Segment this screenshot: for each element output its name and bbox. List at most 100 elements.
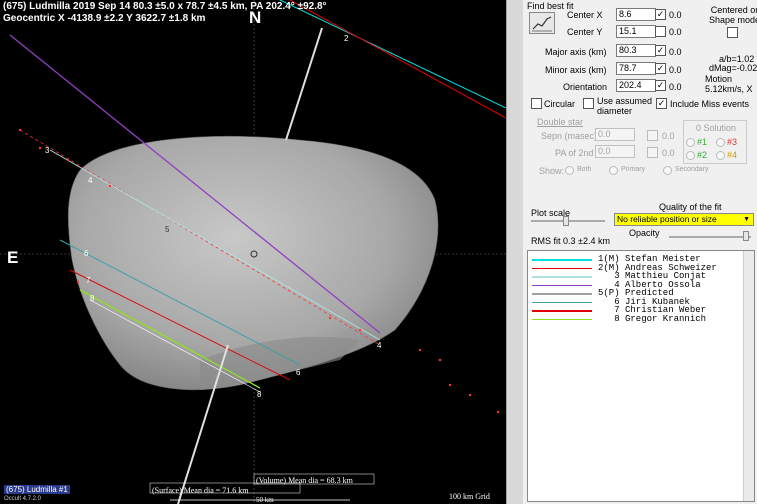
chord-label-6b: 6	[296, 368, 301, 377]
show-secondary-label: Secondary	[675, 166, 709, 173]
center-y-extra: 0.0	[669, 27, 682, 37]
solution-label: 0 Solution	[696, 123, 737, 133]
show-both-radio[interactable]	[565, 166, 574, 175]
control-panel: Find best fit Centered on Shape model Ce…	[523, 0, 757, 504]
sepn-label: Sepn (masec)	[541, 131, 598, 141]
pa2nd-input[interactable]: 0.0	[595, 145, 635, 158]
plot-header-title: (675) Ludmilla 2019 Sep 14 80.3 ±5.0 x 7…	[3, 1, 327, 12]
pa2nd-extra: 0.0	[662, 148, 675, 158]
minor-axis-checkbox[interactable]: ✓	[655, 63, 666, 74]
observer-legend: 1(M) Stefan Meister 2(M) Andreas Schweize…	[527, 250, 755, 502]
orientation-input[interactable]: 202.4	[616, 79, 656, 92]
use-assumed-checkbox[interactable]	[583, 98, 594, 109]
pa2nd-label: PA of 2nd	[555, 148, 594, 158]
legend-line	[532, 267, 592, 269]
use-assumed-label: Use assumed diameter	[597, 96, 653, 116]
find-best-fit-button[interactable]	[529, 12, 555, 34]
chord-2	[289, 0, 506, 119]
east-label: E	[7, 248, 19, 267]
legend-scrollbar[interactable]	[743, 251, 754, 501]
double-star-label: Double star	[537, 117, 584, 127]
volume-mean-dia: (Volume) Mean dia = 68.3 km	[256, 476, 353, 485]
centered-on-label: Centered on Shape model	[709, 5, 757, 25]
quality-select[interactable]: No reliable position or size ▼	[614, 213, 754, 226]
chord-label-7a: 7	[86, 276, 91, 285]
solution-radio-4[interactable]	[716, 151, 725, 160]
opacity-label: Opacity	[629, 228, 660, 238]
center-y-input[interactable]: 15.1	[616, 25, 656, 38]
minor-axis-label: Minor axis (km)	[545, 65, 607, 75]
solution-radio-2[interactable]	[686, 151, 695, 160]
quality-label: Quality of the fit	[659, 202, 722, 212]
legend-line	[532, 259, 592, 261]
solution-2-label: #2	[697, 150, 708, 160]
plot-header-coords: Geocentric X -4138.9 ±2.2 Y 3622.7 ±1.8 …	[3, 13, 206, 24]
show-label: Show:	[539, 166, 565, 176]
show-primary-label: Primary	[621, 166, 646, 173]
legend-observer-name: 8 Gregor Krannich	[598, 313, 707, 324]
grid-label: 100 km Grid	[449, 492, 490, 501]
major-axis-extra: 0.0	[669, 47, 682, 57]
solution-3-label: #3	[727, 137, 738, 147]
minor-axis-extra: 0.0	[669, 65, 682, 75]
chord-label-4b: 4	[377, 341, 382, 350]
rms-label: RMS fit 0.3 ±2.4 km	[531, 236, 610, 246]
solution-radio-1[interactable]	[686, 138, 695, 147]
centered-on-checkbox[interactable]	[727, 27, 738, 38]
legend-line	[532, 284, 592, 286]
show-secondary-radio[interactable]	[663, 166, 672, 175]
plot-scale-thumb[interactable]	[563, 216, 569, 226]
circular-label: Circular	[544, 99, 576, 109]
chord-label-8a: 8	[90, 294, 95, 303]
plot-canvas	[0, 0, 506, 504]
show-both-label: Both	[577, 166, 592, 173]
motion-label: Motion	[705, 74, 733, 84]
center-x-input[interactable]: 8.6	[616, 8, 656, 21]
version-label: Occult 4.7.2.0	[4, 496, 42, 502]
center-x-extra: 0.0	[669, 10, 682, 20]
legend-line	[532, 301, 592, 303]
legend-line	[532, 276, 592, 278]
chord-label-8b: 8	[257, 390, 262, 399]
predicted-track-top	[285, 27, 323, 141]
major-axis-label: Major axis (km)	[545, 47, 607, 57]
dmag-value: dMag=-0.02	[709, 63, 757, 73]
chevron-down-icon: ▼	[743, 216, 750, 223]
legend-line	[532, 310, 592, 312]
include-miss-checkbox[interactable]: ✓	[656, 98, 667, 109]
orientation-label: Orientation	[563, 82, 608, 92]
solution-radio-3[interactable]	[716, 138, 725, 147]
show-primary-radio[interactable]	[609, 166, 618, 175]
solution-4-label: #4	[727, 150, 738, 160]
orientation-checkbox[interactable]: ✓	[655, 80, 666, 91]
center-x-checkbox[interactable]: ✓	[655, 9, 666, 20]
include-miss-label: Include Miss events	[670, 99, 750, 109]
asteroid-id-label: (675) Ludmilla #1	[4, 485, 70, 494]
chord-label-5: 5	[165, 225, 170, 234]
scale-label: 50 km	[256, 496, 274, 504]
opacity-track[interactable]	[669, 236, 751, 238]
north-label: N	[249, 8, 262, 27]
circular-checkbox[interactable]	[531, 98, 542, 109]
major-axis-input[interactable]: 80.3	[616, 44, 656, 57]
minor-axis-input[interactable]: 78.7	[616, 62, 656, 75]
chart-icon	[532, 16, 552, 32]
sepn-checkbox[interactable]	[647, 130, 658, 141]
center-y-checkbox[interactable]	[655, 26, 666, 37]
sepn-extra: 0.0	[662, 131, 675, 141]
orientation-extra: 0.0	[669, 82, 682, 92]
chord-label-4a: 4	[88, 176, 93, 185]
sepn-input[interactable]: 0.0	[595, 128, 635, 141]
pa2nd-checkbox[interactable]	[647, 147, 658, 158]
major-axis-checkbox[interactable]: ✓	[655, 45, 666, 56]
chord-label-2: 2	[344, 34, 349, 43]
panel-divider[interactable]	[506, 0, 523, 504]
legend-line	[532, 293, 592, 295]
chord-label-3: 3	[45, 146, 50, 155]
opacity-thumb[interactable]	[743, 231, 749, 241]
center-x-label: Center X	[567, 10, 603, 20]
surface-mean-dia: (Surface) Mean dia = 71.6 km	[152, 486, 249, 495]
occultation-plot[interactable]: (675) Ludmilla 2019 Sep 14 80.3 ±5.0 x 7…	[0, 0, 506, 504]
legend-line	[532, 318, 592, 320]
solution-1-label: #1	[697, 137, 708, 147]
